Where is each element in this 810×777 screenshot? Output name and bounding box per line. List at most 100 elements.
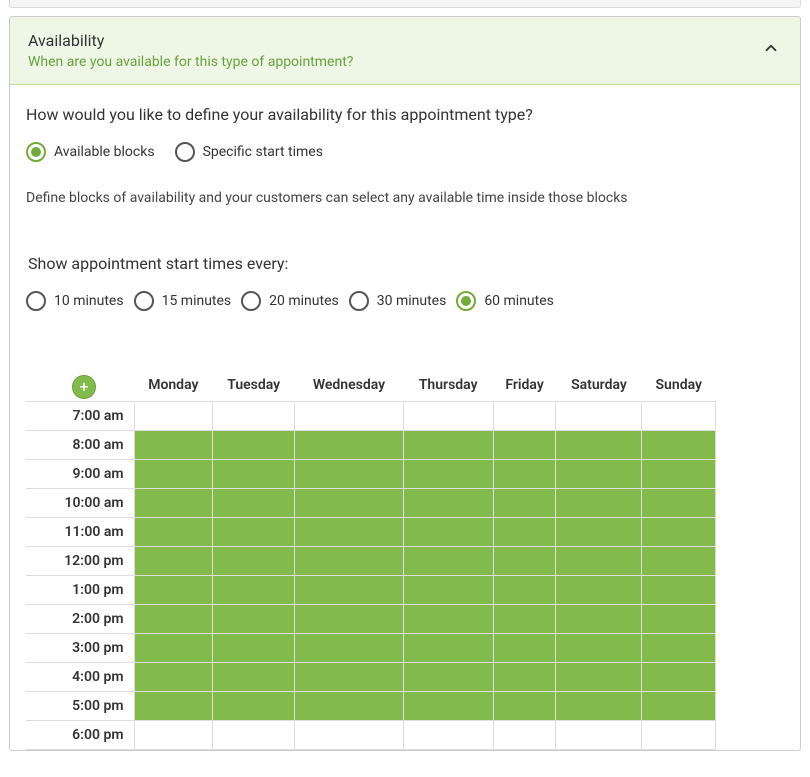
availability-cell[interactable]: [295, 547, 403, 576]
definition-radio[interactable]: Available blocks: [26, 142, 155, 162]
availability-cell[interactable]: [556, 576, 642, 605]
availability-cell[interactable]: [556, 402, 642, 431]
availability-cell[interactable]: [213, 576, 295, 605]
definition-radio[interactable]: Specific start times: [175, 142, 323, 162]
availability-cell[interactable]: [403, 489, 493, 518]
availability-cell[interactable]: [642, 402, 716, 431]
availability-cell[interactable]: [556, 721, 642, 750]
available-slot: [135, 576, 213, 604]
availability-cell[interactable]: [134, 663, 213, 692]
availability-cell[interactable]: [134, 721, 213, 750]
interval-radio[interactable]: 60 minutes: [456, 291, 554, 311]
availability-cell[interactable]: [134, 634, 213, 663]
availability-cell[interactable]: [493, 431, 556, 460]
availability-cell[interactable]: [213, 721, 295, 750]
availability-cell[interactable]: [213, 402, 295, 431]
availability-cell[interactable]: [295, 460, 403, 489]
availability-cell[interactable]: [295, 721, 403, 750]
availability-cell[interactable]: [493, 692, 556, 721]
availability-cell[interactable]: [493, 547, 556, 576]
availability-cell[interactable]: [213, 547, 295, 576]
availability-cell[interactable]: [556, 634, 642, 663]
availability-row: 12:00 pm: [26, 547, 716, 576]
availability-cell[interactable]: [295, 402, 403, 431]
availability-panel-header[interactable]: Availability When are you available for …: [10, 17, 800, 85]
availability-row: 8:00 am: [26, 431, 716, 460]
availability-cell[interactable]: [403, 402, 493, 431]
availability-cell[interactable]: [556, 663, 642, 692]
availability-cell[interactable]: [493, 663, 556, 692]
availability-cell[interactable]: [403, 460, 493, 489]
interval-radio[interactable]: 20 minutes: [241, 291, 339, 311]
availability-cell[interactable]: [295, 431, 403, 460]
availability-cell[interactable]: [295, 489, 403, 518]
availability-cell[interactable]: [642, 431, 716, 460]
interval-radio[interactable]: 10 minutes: [26, 291, 124, 311]
availability-cell[interactable]: [295, 576, 403, 605]
availability-cell[interactable]: [493, 605, 556, 634]
availability-cell[interactable]: [213, 605, 295, 634]
availability-cell[interactable]: [556, 518, 642, 547]
availability-cell[interactable]: [493, 634, 556, 663]
availability-cell[interactable]: [493, 460, 556, 489]
time-label: 7:00 am: [26, 402, 134, 431]
availability-cell[interactable]: [642, 547, 716, 576]
availability-cell[interactable]: [134, 431, 213, 460]
availability-cell[interactable]: [213, 460, 295, 489]
availability-cell[interactable]: [403, 692, 493, 721]
availability-cell[interactable]: [642, 692, 716, 721]
availability-cell[interactable]: [295, 692, 403, 721]
availability-cell[interactable]: [556, 547, 642, 576]
availability-cell[interactable]: [134, 460, 213, 489]
availability-cell[interactable]: [493, 489, 556, 518]
availability-cell[interactable]: [556, 489, 642, 518]
availability-cell[interactable]: [403, 547, 493, 576]
availability-cell[interactable]: [134, 692, 213, 721]
availability-cell[interactable]: [213, 634, 295, 663]
availability-cell[interactable]: [134, 605, 213, 634]
availability-cell[interactable]: [642, 634, 716, 663]
availability-cell[interactable]: [403, 663, 493, 692]
availability-cell[interactable]: [403, 634, 493, 663]
availability-cell[interactable]: [493, 518, 556, 547]
availability-cell[interactable]: [295, 663, 403, 692]
availability-cell[interactable]: [213, 663, 295, 692]
availability-cell[interactable]: [403, 721, 493, 750]
availability-cell[interactable]: [642, 663, 716, 692]
availability-cell[interactable]: [556, 460, 642, 489]
availability-cell[interactable]: [295, 518, 403, 547]
availability-cell[interactable]: [556, 431, 642, 460]
availability-cell[interactable]: [213, 489, 295, 518]
availability-cell[interactable]: [213, 692, 295, 721]
availability-cell[interactable]: [134, 518, 213, 547]
availability-cell[interactable]: [134, 489, 213, 518]
add-availability-button[interactable]: +: [72, 375, 96, 399]
availability-cell[interactable]: [403, 605, 493, 634]
availability-cell[interactable]: [642, 576, 716, 605]
availability-cell[interactable]: [642, 489, 716, 518]
availability-cell[interactable]: [642, 460, 716, 489]
availability-cell[interactable]: [134, 402, 213, 431]
availability-cell[interactable]: [493, 576, 556, 605]
availability-cell[interactable]: [134, 547, 213, 576]
availability-cell[interactable]: [403, 518, 493, 547]
availability-cell[interactable]: [134, 576, 213, 605]
availability-cell[interactable]: [403, 431, 493, 460]
availability-cell[interactable]: [642, 605, 716, 634]
availability-cell[interactable]: [556, 605, 642, 634]
availability-cell[interactable]: [556, 692, 642, 721]
availability-cell[interactable]: [295, 605, 403, 634]
interval-radio[interactable]: 30 minutes: [349, 291, 447, 311]
availability-cell[interactable]: [295, 634, 403, 663]
availability-cell[interactable]: [213, 431, 295, 460]
available-slot: [494, 605, 556, 633]
interval-radio[interactable]: 15 minutes: [134, 291, 232, 311]
availability-cell[interactable]: [403, 576, 493, 605]
availability-cell[interactable]: [642, 518, 716, 547]
unavailable-slot: [404, 402, 493, 430]
availability-cell[interactable]: [493, 721, 556, 750]
availability-cell[interactable]: [213, 518, 295, 547]
availability-cell[interactable]: [493, 402, 556, 431]
availability-cell[interactable]: [642, 721, 716, 750]
chevron-up-icon[interactable]: [762, 39, 778, 55]
